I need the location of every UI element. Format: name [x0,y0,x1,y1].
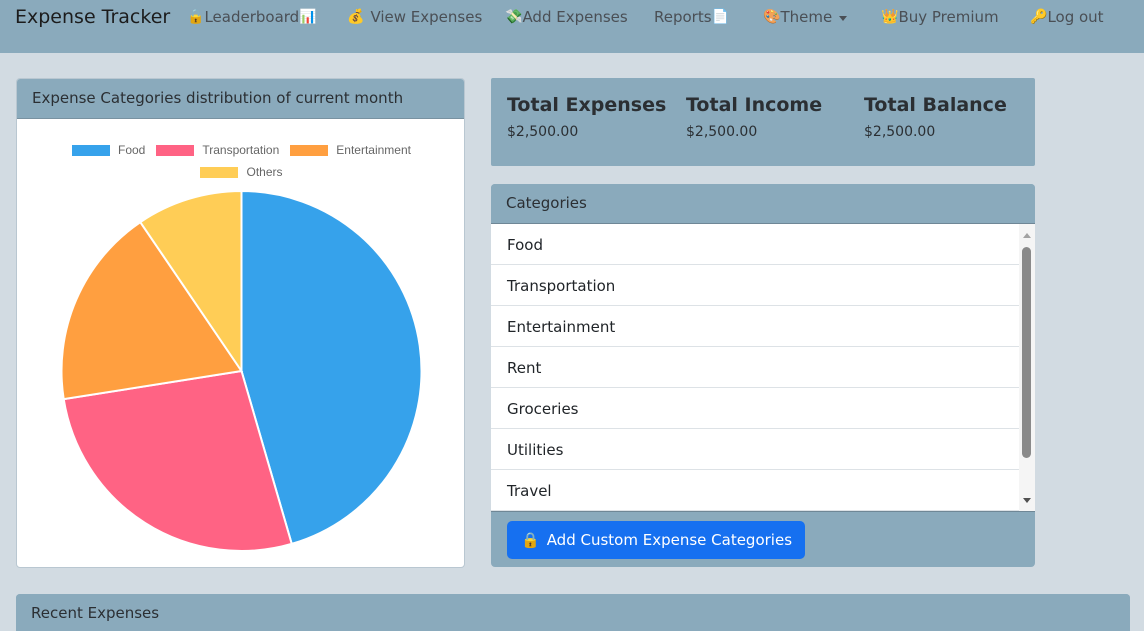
total-expenses-value: $2,500.00 [507,124,579,140]
categories-list: Food Transportation Entertainment Rent G… [491,224,1035,512]
nav-buy-premium[interactable]: 👑 Buy Premium [881,8,999,26]
nav-logout[interactable]: 🔑 Log out [1030,8,1104,26]
nav-view-expenses-label: View Expenses [370,8,483,26]
nav-leaderboard[interactable]: 🔒 Leaderboard 📊 [187,8,317,26]
total-balance-value: $2,500.00 [864,124,936,140]
lock-icon: 🔒 [521,530,540,549]
chart-legend: Food Transportation Entertainment Others [17,139,464,183]
legend-label: Others [246,165,283,179]
crown-icon: 👑 [881,9,899,25]
nav-view-expenses[interactable]: 💰 View Expenses [347,8,482,26]
legend-entry-entertainment[interactable]: Entertainment [290,143,411,157]
legend-label: Food [117,143,146,157]
legend-swatch [71,144,110,156]
totals-panel: Total Expenses $2,500.00 Total Income $2… [491,78,1035,166]
nav-reports-label: Reports [654,8,712,26]
category-item-utilities[interactable]: Utilities [491,429,1019,470]
nav-theme-label: Theme [780,8,833,26]
lock-icon: 🔒 [187,9,205,25]
category-item-food[interactable]: Food [491,224,1019,265]
bar-chart-icon: 📊 [299,9,317,25]
total-income-label: Total Income [686,94,823,116]
categories-scrollbar[interactable] [1019,224,1035,511]
nav-add-expenses-label: Add Expenses [522,8,628,26]
nav-theme-dropdown[interactable]: 🎨 Theme [763,8,848,26]
legend-row: Food Transportation Entertainment [17,139,464,161]
total-expenses: Total Expenses $2,500.00 [507,94,666,140]
legend-entry-food[interactable]: Food [71,143,146,157]
total-balance-label: Total Balance [864,94,1007,116]
nav-buy-premium-label: Buy Premium [898,8,999,26]
category-item-groceries[interactable]: Groceries [491,388,1019,429]
legend-entry-transportation[interactable]: Transportation [156,143,279,157]
palette-icon: 🎨 [763,9,781,25]
nav-add-expenses[interactable]: 💸 Add Expenses [505,8,628,26]
scrollbar-thumb[interactable] [1022,247,1031,458]
recent-expenses-card: Recent Expenses [16,594,1130,631]
total-balance: Total Balance $2,500.00 [864,94,1007,140]
legend-swatch [200,166,239,178]
legend-label: Transportation [202,143,280,157]
legend-entry-others[interactable]: Others [200,165,283,179]
scroll-up-arrow-icon[interactable] [1023,233,1031,238]
total-expenses-label: Total Expenses [507,94,667,116]
nav-reports[interactable]: Reports 📄 [654,8,729,26]
legend-row: Others [17,161,464,183]
categories-title: Categories [491,184,1035,224]
categories-card: Categories Food Transportation Entertain… [491,184,1035,567]
category-distribution-card: Expense Categories distribution of curre… [16,78,465,568]
add-custom-category-label: Add Custom Expense Categories [546,531,793,549]
legend-label: Entertainment [336,143,411,157]
total-income: Total Income $2,500.00 [686,94,822,140]
legend-swatch [156,144,195,156]
money-wings-icon: 💸 [505,9,523,25]
category-item-transportation[interactable]: Transportation [491,265,1019,306]
brand-title[interactable]: Expense Tracker [15,6,170,28]
chevron-down-icon [839,15,848,21]
recent-expenses-title: Recent Expenses [16,594,1130,631]
category-item-rent[interactable]: Rent [491,347,1019,388]
add-custom-category-button[interactable]: 🔒 Add Custom Expense Categories [507,521,806,559]
top-navbar: Expense Tracker 🔒 Leaderboard 📊 💰 View E… [0,0,1144,53]
document-icon: 📄 [711,9,729,25]
nav-leaderboard-label: Leaderboard [204,8,300,26]
total-income-value: $2,500.00 [686,124,758,140]
nav-logout-label: Log out [1047,8,1104,26]
money-bag-icon: 💰 [347,9,365,25]
legend-swatch [290,144,329,156]
scroll-down-arrow-icon[interactable] [1023,498,1031,503]
category-item-travel[interactable]: Travel [491,470,1019,511]
key-icon: 🔑 [1030,9,1048,25]
category-item-entertainment[interactable]: Entertainment [491,306,1019,347]
